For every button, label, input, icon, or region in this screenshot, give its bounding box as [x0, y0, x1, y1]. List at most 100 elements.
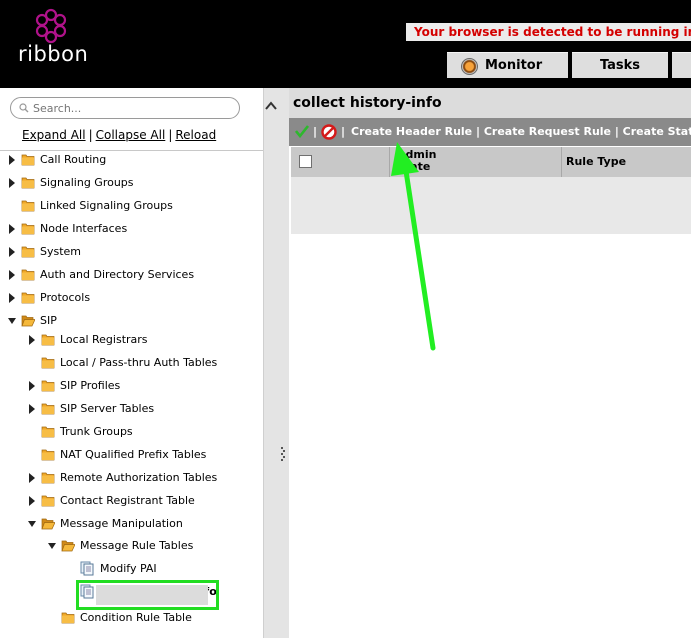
tree-node[interactable]: Local Registrars: [28, 331, 255, 349]
tree-node-label: NAT Qualified Prefix Tables: [60, 448, 207, 461]
search-box[interactable]: [10, 97, 240, 119]
folder-icon: [21, 269, 35, 281]
folder-icon: [41, 380, 55, 392]
tree-node[interactable]: Remote Authorization Tables: [28, 469, 255, 487]
logo-text: ribbon: [18, 42, 89, 66]
tab-tasks[interactable]: Tasks: [572, 52, 668, 78]
tree-node-label: Trunk Groups: [60, 425, 133, 438]
folder-icon: [41, 449, 55, 461]
main-panel: collect history-info | | Create Header R…: [289, 88, 691, 638]
tree-node-label: Local Registrars: [60, 333, 148, 346]
folder-icon: [21, 200, 35, 212]
collapsed-arrow-icon[interactable]: [8, 270, 16, 280]
tree-node-label: Signaling Groups: [40, 176, 134, 189]
tab-overflow[interactable]: [672, 52, 691, 78]
tab-monitor-label: Monitor: [485, 58, 543, 73]
tree-node[interactable]: Call Routing: [8, 151, 255, 169]
collapsed-arrow-icon[interactable]: [8, 247, 16, 257]
ribbon-logo-icon: [35, 8, 67, 44]
sidebar-splitter[interactable]: [263, 88, 289, 638]
tree-node-label: Local / Pass-thru Auth Tables: [60, 356, 218, 369]
collapsed-arrow-icon[interactable]: [28, 473, 36, 483]
tree-node-label: Message Manipulation: [60, 517, 183, 530]
tree-node[interactable]: NAT Qualified Prefix Tables: [28, 446, 255, 464]
tree-node-label: Message Rule Tables: [80, 539, 194, 552]
reload-link[interactable]: Reload: [175, 128, 216, 142]
highlight-box: [76, 580, 219, 610]
grid-header: Admin State Rule Type: [291, 147, 691, 177]
monitor-icon: [461, 58, 478, 75]
collapsed-arrow-icon[interactable]: [28, 381, 36, 391]
folder-icon: [21, 292, 35, 304]
column-divider: [389, 147, 390, 177]
collapsed-arrow-icon[interactable]: [28, 335, 36, 345]
collapsed-arrow-icon[interactable]: [8, 178, 16, 188]
column-admin-state[interactable]: Admin State: [397, 149, 436, 173]
collapsed-arrow-icon[interactable]: [8, 293, 16, 303]
navigation-tree: Call Routing Signaling Groups Linked Signa…: [0, 150, 263, 638]
browser-warning: Your browser is detected to be running i…: [406, 23, 691, 41]
expanded-arrow-icon[interactable]: [8, 316, 16, 326]
collapsed-arrow-icon[interactable]: [28, 496, 36, 506]
folder-icon: [21, 246, 35, 258]
tree-node[interactable]: SIP Profiles: [28, 377, 255, 395]
tree-node[interactable]: System: [8, 243, 255, 261]
delete-icon[interactable]: [321, 124, 337, 140]
folder-icon: [41, 472, 55, 484]
splitter-grip-icon[interactable]: [281, 447, 285, 463]
folder-icon: [41, 357, 55, 369]
expanded-arrow-icon[interactable]: [48, 541, 56, 551]
toolbar: | | Create Header Rule | Create Request …: [289, 118, 691, 146]
tree-node[interactable]: Condition Rule Table: [48, 609, 255, 627]
tree-node[interactable]: Auth and Directory Services: [8, 266, 255, 284]
tree-node[interactable]: SIP Server Tables: [28, 400, 255, 418]
page-title: collect history-info: [289, 88, 691, 118]
column-divider: [561, 147, 562, 177]
tree-node-label: Contact Registrant Table: [60, 494, 195, 507]
create-rule-links[interactable]: Create Header Rule | Create Request Rule…: [351, 118, 691, 146]
folder-icon: [41, 426, 55, 438]
grid-body: [291, 177, 691, 234]
search-input[interactable]: [33, 101, 229, 116]
folder-icon: [41, 334, 55, 346]
tree-node[interactable]: Local / Pass-thru Auth Tables: [28, 354, 255, 372]
tree-node-label: Call Routing: [40, 153, 107, 166]
tree-node[interactable]: Contact Registrant Table: [28, 492, 255, 510]
tree-node[interactable]: Trunk Groups: [28, 423, 255, 441]
app-header: ribbon Your browser is detected to be ru…: [0, 0, 691, 88]
tab-tasks-label: Tasks: [599, 58, 641, 73]
folder-icon: [41, 403, 55, 415]
sidebar-search-area: Expand All|Collapse All|Reload: [0, 88, 263, 148]
tree-node[interactable]: Message Rule Tables: [48, 537, 255, 555]
expand-all-link[interactable]: Expand All: [22, 128, 86, 142]
collapse-all-link[interactable]: Collapse All: [96, 128, 166, 142]
collapse-up-icon[interactable]: [264, 100, 278, 112]
tree-node[interactable]: SIP: [8, 312, 255, 330]
tree-node[interactable]: Linked Signaling Groups: [8, 197, 255, 215]
tree-node[interactable]: Protocols: [8, 289, 255, 307]
folder-icon: [41, 495, 55, 507]
folder-icon: [21, 177, 35, 189]
tree-node-label: SIP Profiles: [60, 379, 121, 392]
tree-node[interactable]: Message Manipulation: [28, 515, 255, 533]
column-rule-type[interactable]: Rule Type: [566, 155, 626, 168]
toolbar-divider: |: [313, 125, 318, 138]
tree-node[interactable]: Signaling Groups: [8, 174, 255, 192]
tab-monitor[interactable]: Monitor: [447, 52, 568, 78]
collapsed-arrow-icon[interactable]: [8, 224, 16, 234]
expanded-arrow-icon[interactable]: [28, 519, 36, 529]
folder-icon: [61, 612, 75, 624]
select-all-checkbox[interactable]: [299, 155, 312, 168]
tree-node[interactable]: Node Interfaces: [8, 220, 255, 238]
checkmark-icon[interactable]: [295, 124, 309, 138]
tree-node-label: Auth and Directory Services: [40, 268, 195, 281]
tree-node[interactable]: Modify PAI: [80, 560, 255, 578]
table-document-icon: [80, 561, 94, 576]
collapsed-arrow-icon[interactable]: [8, 155, 16, 165]
folder-icon: [21, 223, 35, 235]
toolbar-divider: |: [341, 125, 346, 138]
navigation-sidebar: Expand All|Collapse All|Reload Call Rout…: [0, 88, 263, 638]
collapsed-arrow-icon[interactable]: [28, 404, 36, 414]
column-admin-label-2: State: [397, 160, 431, 173]
tree-node-label: Remote Authorization Tables: [60, 471, 218, 484]
